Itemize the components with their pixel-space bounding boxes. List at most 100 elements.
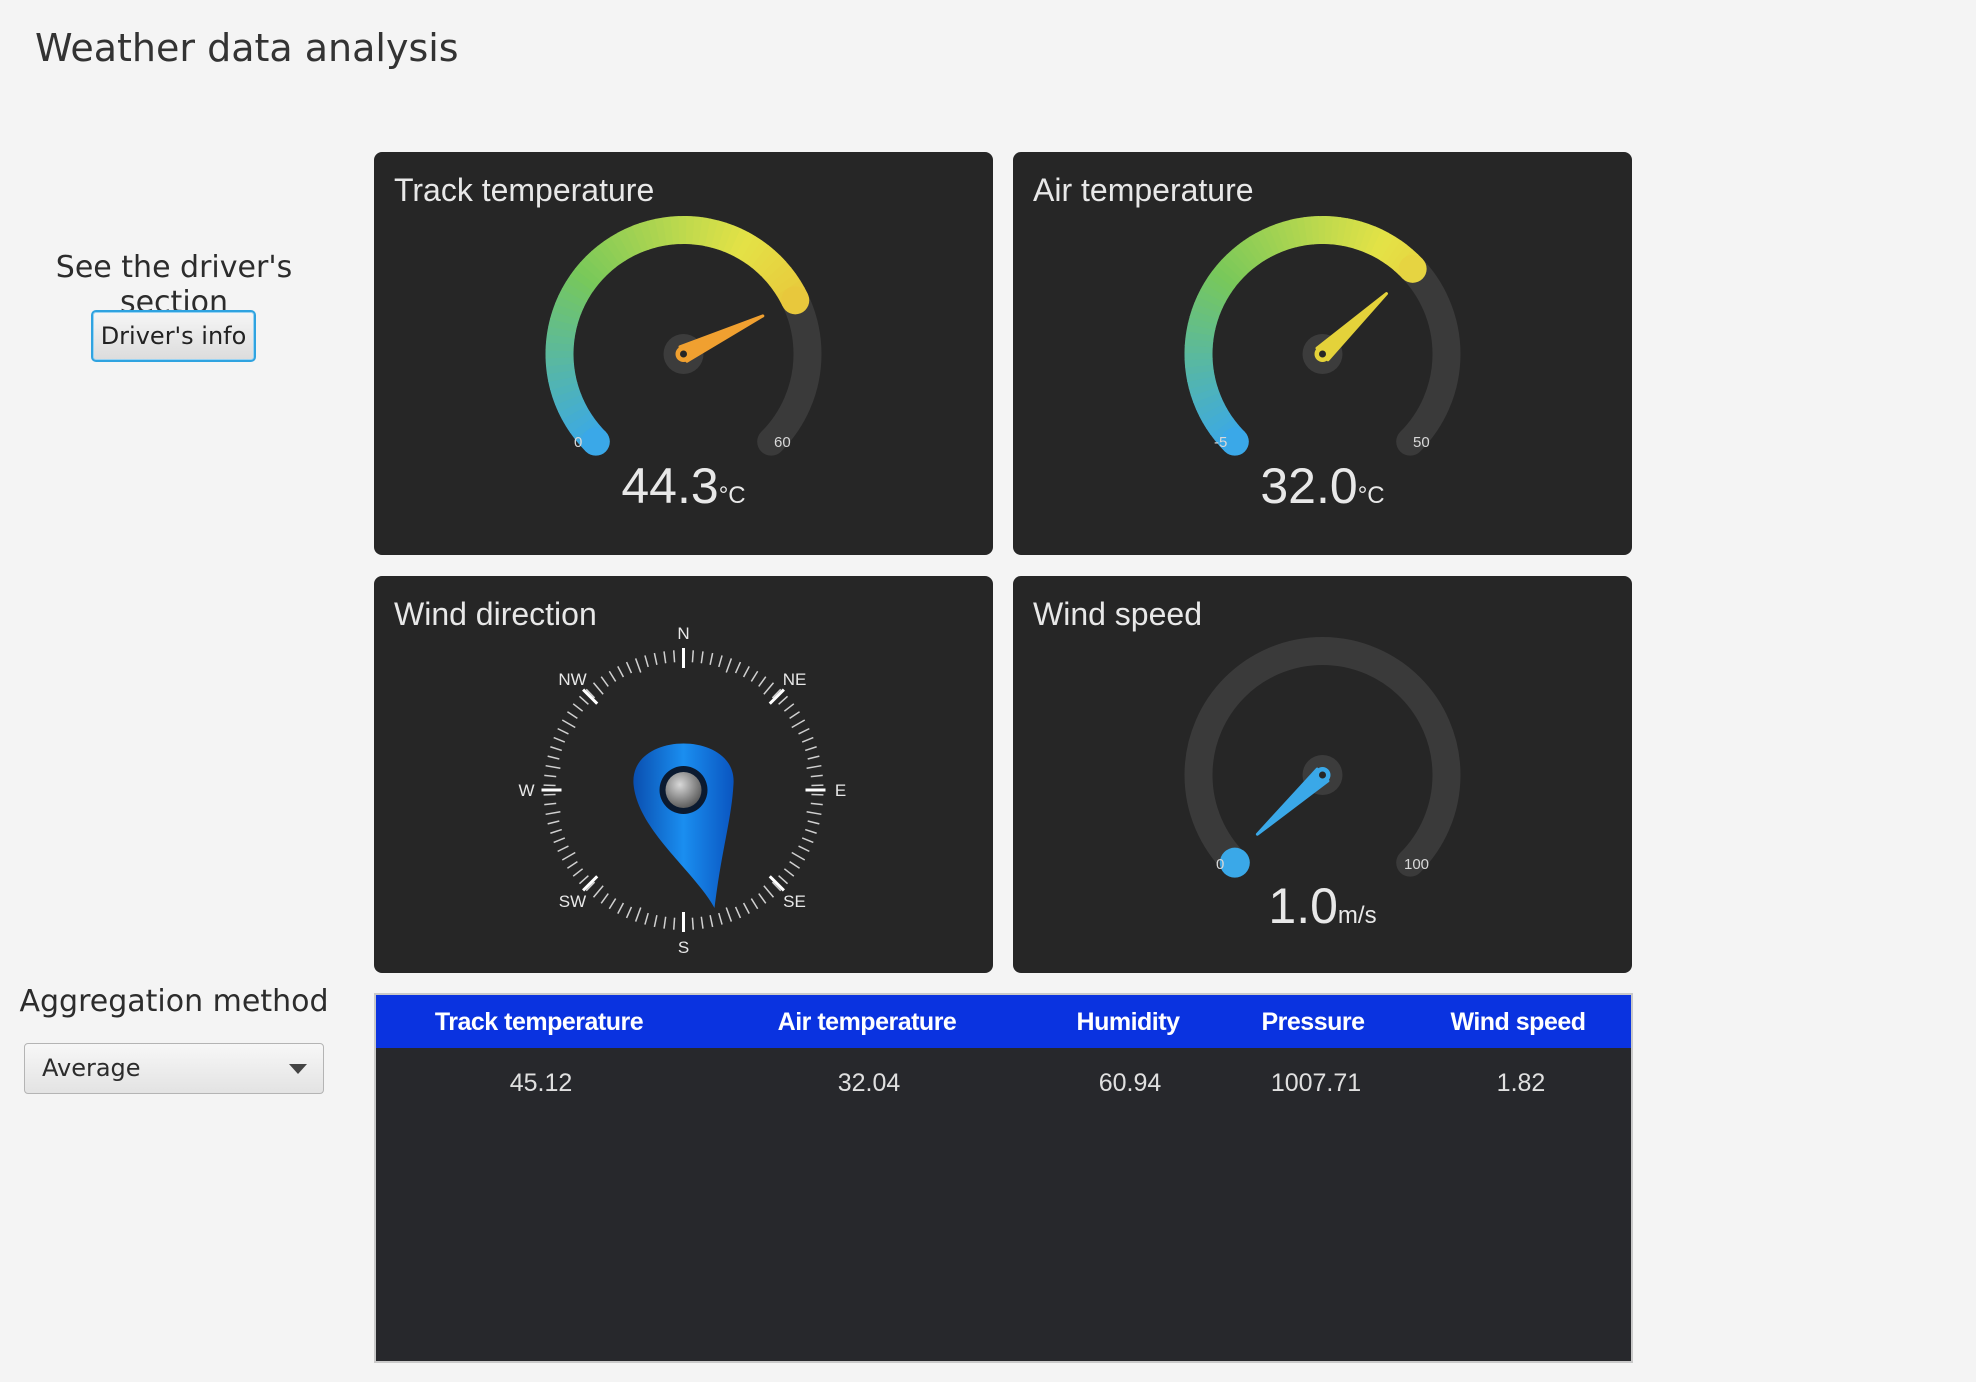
gauge-value-arc (1226, 249, 1251, 276)
gauge-max-label: 100 (1404, 856, 1430, 873)
gauge-value-arc (546, 369, 576, 383)
column-header-wind-speed[interactable]: Wind speed (1450, 1008, 1586, 1037)
column-header-pressure[interactable]: Pressure (1261, 1008, 1365, 1037)
compass-tick (608, 898, 617, 910)
gauge-value-arc (1384, 240, 1408, 268)
gauge-value-arc (717, 222, 735, 252)
compass-tick (810, 802, 823, 806)
tile-title: Air temperature (1033, 172, 1254, 208)
compass-tick (798, 845, 810, 853)
compass-tick (617, 666, 625, 678)
compass-tick (783, 703, 795, 712)
compass-tick (634, 658, 642, 673)
compass-tick (608, 670, 617, 682)
gauge-value-arc (1206, 413, 1234, 435)
compass-tick (578, 695, 589, 705)
gauge-value-arc (764, 261, 792, 286)
gauge-unit: °C (1357, 482, 1385, 509)
gauge-value-arc (654, 217, 668, 247)
gauge-pivot (680, 350, 687, 358)
gauge-value-arc (1289, 218, 1303, 248)
gauge-value-arc (1303, 216, 1315, 246)
track-temperature-tile: Track temperature 0 60 44.3°C (374, 152, 993, 555)
column-header-track-temperature[interactable]: Track temperature (435, 1008, 644, 1037)
gauge-value-arc (1185, 363, 1214, 375)
gauge-value-arc (698, 217, 712, 247)
gauge-value-arc (734, 231, 756, 261)
gauge-value-arc (624, 225, 644, 255)
gauge-value-arc (755, 249, 781, 277)
cell-track-temperature: 45.12 (509, 1069, 573, 1097)
gauge-value-arc (692, 216, 704, 246)
compass-cardinal-label: NE (783, 670, 807, 689)
gauge-value-arc (745, 240, 769, 268)
compass-tick (550, 746, 562, 752)
tile-title: Wind direction (394, 596, 597, 632)
gauge-min-label: -5 (1214, 434, 1228, 451)
gauge-arc-cap (1398, 254, 1427, 283)
gauge-value-arc (1188, 381, 1218, 397)
compass-tick (663, 651, 667, 664)
compass-tick (578, 875, 589, 885)
gauge-value-arc (1249, 232, 1270, 261)
compass-tick (553, 837, 566, 844)
compass-cardinal-label: W (518, 781, 534, 800)
gauge-value-arc (558, 399, 587, 420)
aggregation-method-label: Aggregation method (19, 984, 329, 1019)
gauge-value-arc (1243, 236, 1265, 265)
gauge-value-arc (1255, 229, 1276, 258)
gauge-value-arc (1282, 219, 1297, 249)
compass-tick (644, 655, 649, 668)
gauge-value-arc (1189, 309, 1219, 325)
gauge-value-arc (1275, 221, 1292, 251)
gauge-value-arc (554, 393, 584, 413)
gauge-readout: 44.3°C (374, 457, 993, 515)
cell-pressure: 1007.71 (1270, 1069, 1362, 1097)
gauge-readout: 1.0m/s (1013, 877, 1632, 935)
gauge-value-arc (1197, 289, 1226, 309)
aggregation-method-select[interactable]: Average (24, 1043, 324, 1094)
column-header-humidity[interactable]: Humidity (1077, 1008, 1180, 1037)
gauge-value-arc (1198, 402, 1228, 423)
gauge-value-arc (1342, 218, 1356, 248)
cell-air-temperature: 32.04 (837, 1069, 901, 1097)
compass-tick (725, 658, 733, 673)
aggregated-data-table[interactable]: Track temperature Air temperature Humidi… (374, 993, 1633, 1363)
gauge-value-arc (1379, 236, 1402, 264)
gauge-value-arc (1193, 392, 1222, 410)
cell-wind-speed: 1.82 (1496, 1069, 1546, 1097)
gauge-value-arc (1203, 276, 1232, 298)
compass-tick (758, 893, 767, 904)
gauge-value-arc (1190, 386, 1220, 403)
compass-tick (801, 736, 814, 743)
gauge-value-arc (550, 310, 580, 326)
compass-tick (791, 851, 806, 861)
compass-knob (665, 772, 702, 808)
air-temperature-tile: Air temperature -5 50 32.0°C (1013, 152, 1632, 555)
gauge-value-arc (591, 245, 616, 273)
compass-tick (750, 670, 759, 682)
gauge-arc-cap (581, 427, 610, 456)
gauge-value-arc (617, 228, 638, 258)
compass-tick (763, 885, 775, 898)
compass-tick (544, 774, 557, 778)
compass-tick (592, 885, 604, 898)
gauge-value-arc (574, 262, 602, 287)
drivers-info-button[interactable]: Driver's info (91, 310, 256, 362)
wind-direction-compass: N NE E SE S SW W NW (518, 624, 846, 957)
column-header-air-temperature[interactable]: Air temperature (778, 1008, 957, 1037)
gauge-pivot (1319, 350, 1326, 358)
gauge-value-arc (548, 375, 578, 390)
gauge-value-arc (1211, 264, 1239, 289)
gauge-min-label: 0 (574, 434, 583, 451)
gauge-value-arc (1191, 302, 1221, 320)
gauge-value-arc (710, 220, 727, 250)
compass-tick (742, 666, 750, 678)
chevron-down-icon[interactable] (289, 1064, 307, 1074)
gauge-value-arc (545, 333, 575, 345)
gauge-value: 44.3 (621, 458, 719, 514)
wind-direction-tile: N NE E SE S SW W NW Wind direction (374, 576, 993, 973)
gauge-value-arc (631, 222, 650, 253)
gauge-value-arc (1221, 254, 1247, 280)
compass-tick (778, 875, 789, 885)
